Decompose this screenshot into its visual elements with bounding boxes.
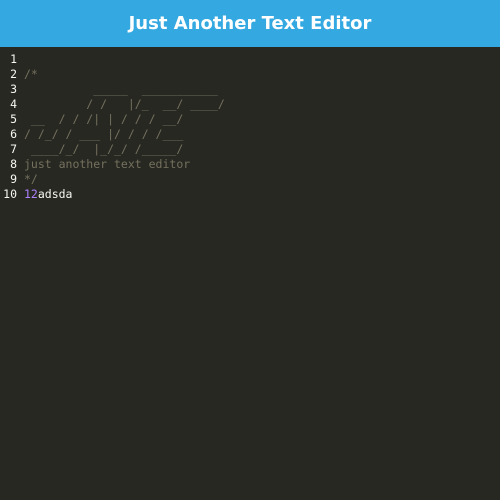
code-comment-token: /* — [24, 67, 38, 81]
line-content[interactable] — [24, 52, 500, 67]
app-header: Just Another Text Editor — [0, 0, 500, 47]
line-content[interactable]: / / |/_ __/ ____/ — [24, 97, 500, 112]
editor-line[interactable]: 2 /* — [0, 67, 500, 82]
line-number: 10 — [3, 187, 17, 201]
line-number: 8 — [10, 157, 17, 171]
code-comment-token: / /_/ / ___ |/ / / /___ — [24, 127, 184, 141]
code-comment-token: just another text editor — [24, 157, 191, 171]
line-content[interactable]: __ / / /| | / / / __/ — [24, 112, 500, 127]
line-content[interactable]: _____ ___________ — [24, 82, 500, 97]
line-number: 2 — [10, 67, 17, 81]
code-text-token: adsda — [37, 187, 73, 201]
editor-line[interactable]: 4 / / |/_ __/ ____/ — [0, 97, 500, 112]
line-number: 6 — [10, 127, 17, 141]
code-comment-token: */ — [24, 172, 38, 186]
editor-line[interactable]: 8 just another text editor — [0, 157, 500, 172]
code-editor[interactable]: 1 2/* 3 _____ ___________ 4 / / |/_ __/ ___… — [0, 47, 500, 500]
line-content[interactable]: just another text editor — [24, 157, 500, 172]
line-content[interactable]: */ — [24, 172, 500, 187]
line-number: 1 — [10, 52, 17, 66]
app-title: Just Another Text Editor — [128, 13, 372, 34]
code-comment-token: __ / / /| | / / / __/ — [24, 112, 184, 126]
app-window: Just Another Text Editor 1 2/* 3 _____ ___… — [0, 0, 500, 500]
line-number: 3 — [10, 82, 17, 96]
code-comment-token: ____/_/ |_/_/ /_____/ — [24, 142, 184, 156]
line-content[interactable]: /* — [24, 67, 500, 82]
code-comment-token: _____ ___________ — [24, 82, 218, 96]
line-number: 5 — [10, 112, 17, 126]
line-content[interactable]: 12adsda — [24, 187, 500, 202]
line-number: 7 — [10, 142, 17, 156]
editor-line[interactable]: 3 _____ ___________ — [0, 82, 500, 97]
line-content[interactable]: ____/_/ |_/_/ /_____/ — [24, 142, 500, 157]
editor-line[interactable]: 9 */ — [0, 172, 500, 187]
line-number: 4 — [10, 97, 17, 111]
code-number-token: 12 — [24, 187, 38, 201]
editor-line[interactable]: 1 — [0, 52, 500, 67]
editor-line[interactable]: 5 __ / / /| | / / / __/ — [0, 112, 500, 127]
editor-line[interactable]: 10 12adsda — [0, 187, 500, 202]
code-comment-token: / / |/_ __/ ____/ — [24, 97, 225, 111]
editor-line[interactable]: 6 / /_/ / ___ |/ / / /___ — [0, 127, 500, 142]
line-number: 9 — [10, 172, 17, 186]
editor-line[interactable]: 7 ____/_/ |_/_/ /_____/ — [0, 142, 500, 157]
line-content[interactable]: / /_/ / ___ |/ / / /___ — [24, 127, 500, 142]
